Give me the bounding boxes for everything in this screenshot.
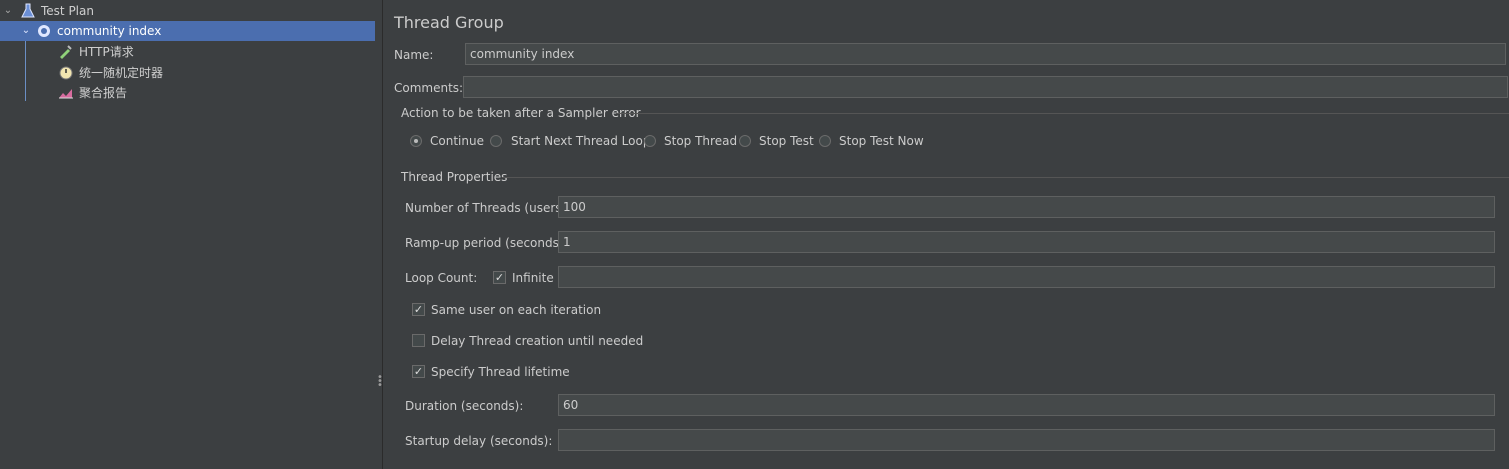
tree-label-random-timer: 统一随机定时器 <box>79 65 164 80</box>
tree-label-thread-group: community index <box>57 24 162 38</box>
radio-continue[interactable] <box>410 135 422 147</box>
comments-label: Comments: <box>394 81 464 95</box>
tree-label-http-request: HTTP请求 <box>79 44 134 59</box>
radio-label-stop-test: Stop Test <box>759 134 814 148</box>
tree-guide-line <box>25 41 26 101</box>
pane-splitter[interactable]: • • • <box>375 0 383 469</box>
tree-item-test-plan[interactable]: ⌄ Test Plan <box>2 1 94 21</box>
same-user-label: Same user on each iteration <box>431 303 602 317</box>
stopwatch-icon <box>58 64 74 80</box>
chevron-down-icon[interactable]: ⌄ <box>20 25 32 37</box>
infinite-label: Infinite <box>512 271 554 285</box>
radio-stop-thread[interactable] <box>644 135 656 147</box>
tree-item-http-request[interactable]: HTTP请求 <box>58 41 134 61</box>
section-divider <box>616 113 1509 114</box>
tree-label-aggregate-report: 聚合报告 <box>79 85 128 100</box>
same-user-checkbox[interactable]: ✓ <box>412 303 425 316</box>
test-plan-tree: ⌄ Test Plan ⌄ community index HTTP请求 统一随… <box>0 0 375 469</box>
radio-label-start-next-thread-loop: Start Next Thread Loop <box>511 134 651 148</box>
loop-count-field[interactable] <box>558 266 1495 288</box>
chart-icon <box>58 84 74 100</box>
radio-start-next-thread-loop[interactable] <box>490 135 502 147</box>
startup-delay-label: Startup delay (seconds): <box>405 434 553 448</box>
radio-stop-test[interactable] <box>739 135 751 147</box>
delay-thread-label: Delay Thread creation until needed <box>431 334 644 348</box>
rampup-field[interactable]: 1 <box>558 231 1495 253</box>
panel-title: Thread Group <box>394 13 504 32</box>
name-label: Name: <box>394 48 434 62</box>
tree-item-aggregate-report[interactable]: 聚合报告 <box>58 82 127 102</box>
chevron-down-icon[interactable]: ⌄ <box>2 5 14 17</box>
threads-field[interactable]: 100 <box>558 196 1495 218</box>
name-field[interactable]: community index <box>465 43 1506 65</box>
section-divider <box>502 177 1509 178</box>
thread-lifetime-label: Specify Thread lifetime <box>431 365 570 379</box>
loop-count-label: Loop Count: <box>405 271 478 285</box>
thread-lifetime-checkbox[interactable]: ✓ <box>412 365 425 378</box>
splitter-grip-icon[interactable]: • • • <box>377 373 383 391</box>
tree-item-random-timer[interactable]: 统一随机定时器 <box>58 62 163 82</box>
tree-item-thread-group[interactable]: ⌄ community index <box>0 21 375 41</box>
threads-label: Number of Threads (users): <box>405 201 571 215</box>
radio-label-stop-test-now: Stop Test Now <box>839 134 924 148</box>
rampup-label: Ramp-up period (seconds): <box>405 236 568 250</box>
infinite-checkbox[interactable]: ✓ <box>493 271 506 284</box>
flask-icon <box>20 3 36 19</box>
tree-label-test-plan: Test Plan <box>41 4 94 18</box>
radio-stop-test-now[interactable] <box>819 135 831 147</box>
duration-label: Duration (seconds): <box>405 399 524 413</box>
startup-delay-field[interactable] <box>558 429 1495 451</box>
thread-group-panel: Thread Group Name: community index Comme… <box>383 0 1509 469</box>
thread-properties-section-title: Thread Properties <box>401 170 508 184</box>
radio-label-continue: Continue <box>430 134 484 148</box>
delay-thread-checkbox[interactable] <box>412 334 425 347</box>
comments-field[interactable] <box>463 76 1508 98</box>
dropper-icon <box>58 43 74 59</box>
sampler-error-section-title: Action to be taken after a Sampler error <box>401 106 641 120</box>
radio-label-stop-thread: Stop Thread <box>664 134 738 148</box>
gear-icon <box>36 23 52 39</box>
duration-field[interactable]: 60 <box>558 394 1495 416</box>
